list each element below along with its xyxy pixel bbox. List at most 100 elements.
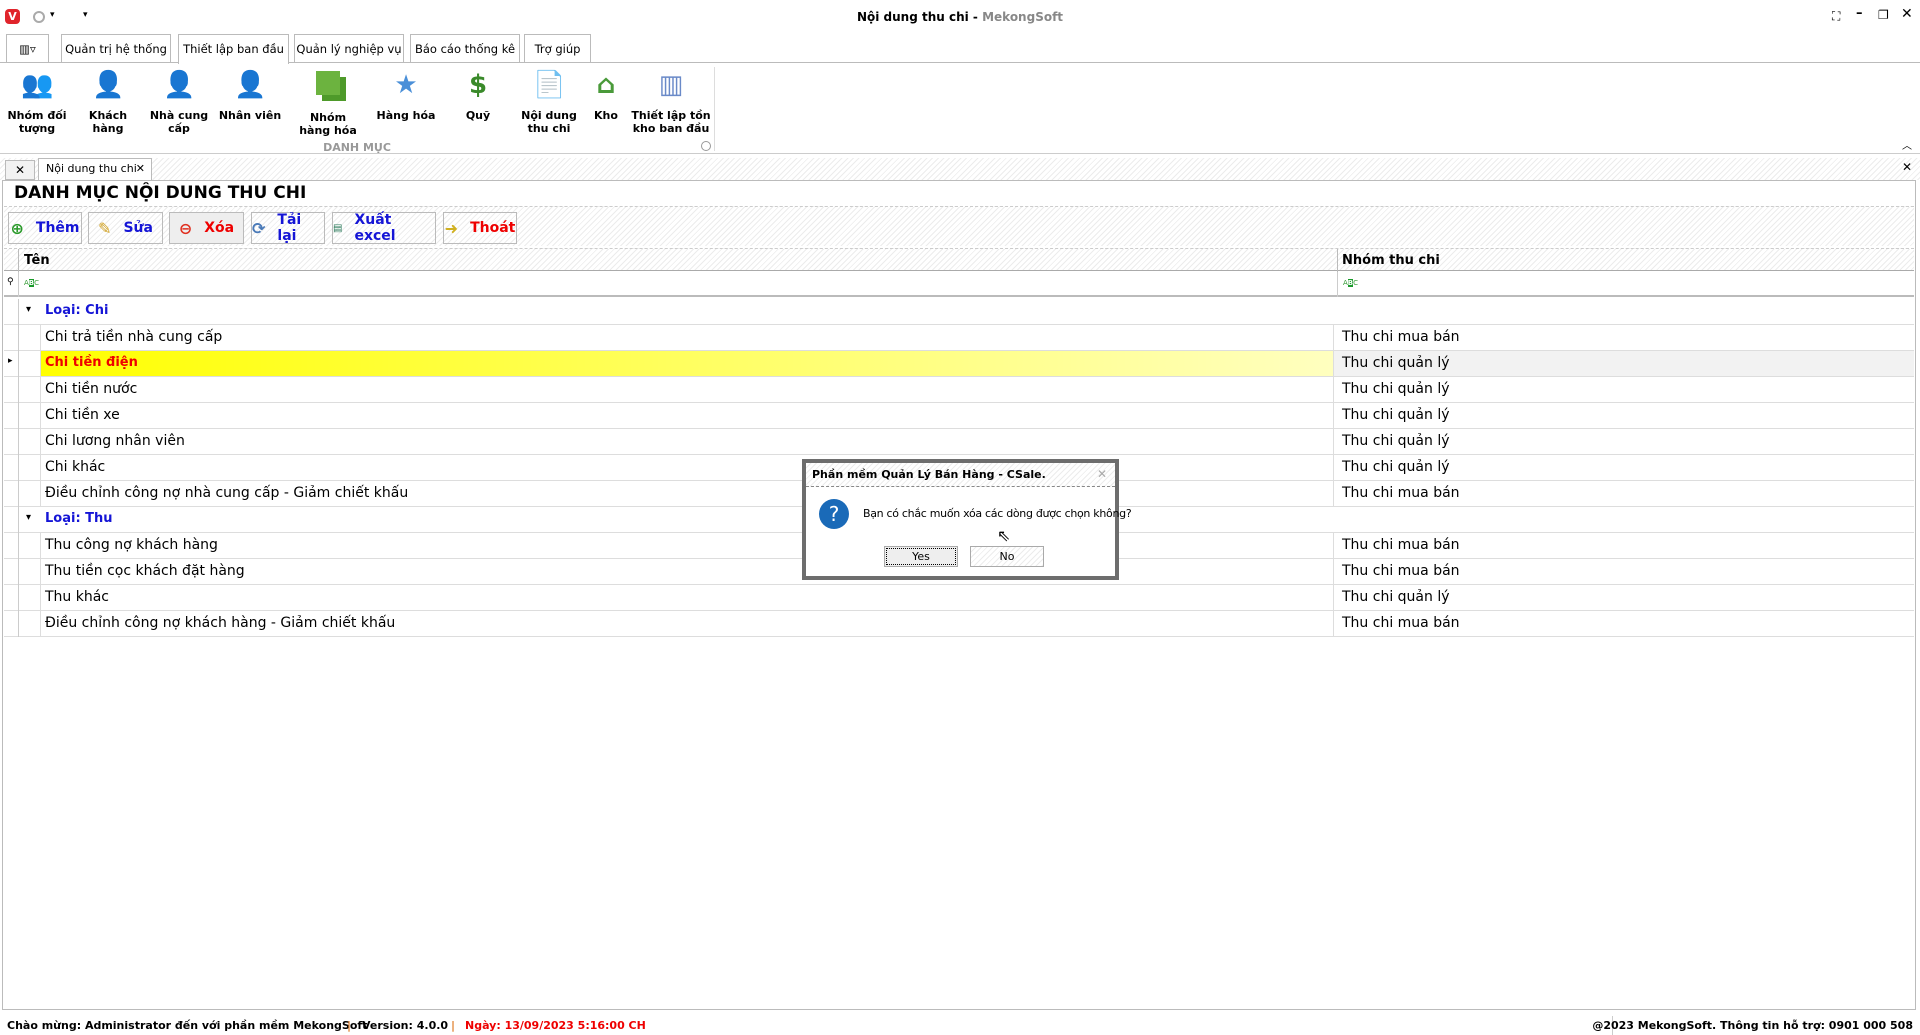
ribbon-button-nhom-doi-tuong[interactable]: 👥 Nhóm đối tượng (2, 69, 72, 135)
cell-ten: Thu công nợ khách hàng (45, 537, 218, 553)
group-label: Loại: Chi (45, 303, 109, 318)
cell-nhom-thu-chi: Thu chi mua bán (1342, 485, 1460, 501)
table-row[interactable]: Chi tiền xe Thu chi quản lý (4, 403, 1914, 429)
close-all-tabs-icon[interactable]: ✕ (5, 160, 35, 180)
doc-tab-noi-dung-thu-chi[interactable]: Nội dung thu chi ✕ (38, 158, 152, 180)
current-row-icon: ▸ (8, 356, 13, 366)
ribbon-button-nhan-vien[interactable]: 👤 Nhân viên (215, 69, 285, 122)
table-row[interactable]: Chi trả tiền nhà cung cấp Thu chi mua bán (4, 325, 1914, 351)
cell-ten: Điều chỉnh công nợ khách hàng - Giảm chi… (45, 615, 396, 631)
title-bar: V ▾ ▾ Nội dung thu chi - MekongSoft ⛶ – … (0, 0, 1920, 32)
collapse-group-icon[interactable]: ▾ (26, 304, 31, 315)
employee-icon: 👤 (234, 70, 267, 100)
column-header-ten[interactable]: Tên (24, 253, 50, 268)
edit-button[interactable]: ✎ Sửa (88, 212, 163, 244)
dialog-title: Phần mềm Quản Lý Bán Hàng - CSale. (812, 468, 1046, 481)
no-button[interactable]: No (970, 546, 1044, 567)
table-row[interactable]: ▸ Chi tiền điện Thu chi quản lý (4, 351, 1914, 377)
group-launcher-icon[interactable] (701, 141, 711, 151)
cell-nhom-thu-chi: Thu chi quản lý (1342, 381, 1450, 397)
ribbon-button-nha-cung-cap[interactable]: 👤 Nhà cung cấp (144, 69, 214, 135)
tab-quan-tri-he-thong[interactable]: Quản trị hệ thống (61, 34, 171, 63)
collapse-ribbon-icon[interactable]: ︿ (1902, 137, 1912, 152)
money-icon: $ (468, 70, 488, 100)
plus-icon: ⊕ (10, 218, 24, 238)
row-indicator[interactable] (4, 429, 19, 455)
reload-button[interactable]: ⟳ Tải lại (251, 212, 325, 244)
delete-button[interactable]: ⊖ Xóa (169, 212, 244, 244)
label: Quỹ (465, 109, 491, 122)
label: Kho (594, 109, 618, 122)
row-indicator[interactable] (4, 611, 19, 637)
minus-circle-icon: ⊖ (178, 218, 193, 238)
row-indicator[interactable] (4, 533, 19, 559)
cell-nhom-thu-chi: Thu chi mua bán (1342, 615, 1460, 631)
page-title: DANH MỤC NỘI DUNG THU CHI (14, 183, 307, 203)
star-icon: ★ (394, 70, 418, 100)
label: Thiết lập tồn kho ban đầu (631, 109, 711, 135)
table-row[interactable]: Chi lương nhân viên Thu chi quản lý (4, 429, 1914, 455)
export-excel-button[interactable]: ▤ Xuất excel (332, 212, 436, 244)
table-row[interactable]: Chi tiền nước Thu chi quản lý (4, 377, 1914, 403)
confirm-dialog: Phần mềm Quản Lý Bán Hàng - CSale. ✕ ? B… (802, 459, 1132, 580)
cell-nhom-thu-chi: Thu chi quản lý (1342, 407, 1450, 423)
collapse-group-icon[interactable]: ▾ (26, 512, 31, 523)
close-icon[interactable]: ✕ (1901, 6, 1913, 22)
row-indicator[interactable] (4, 377, 19, 403)
minimize-icon[interactable]: – (1856, 6, 1863, 21)
cell-ten: Điều chỉnh công nợ nhà cung cấp - Giảm c… (45, 485, 409, 501)
row-indicator[interactable] (4, 585, 19, 611)
cell-ten: Chi lương nhân viên (45, 433, 185, 449)
status-date: Ngày: 13/09/2023 5:16:00 CH (465, 1019, 646, 1032)
dialog-close-icon[interactable]: ✕ (1097, 467, 1107, 481)
filter-row: ⚲ ABC ABC (4, 272, 1914, 297)
close-panel-icon[interactable]: ✕ (1902, 160, 1912, 174)
window-title: Nội dung thu chi - MekongSoft (856, 10, 1064, 24)
restore-icon[interactable]: ❐ (1878, 8, 1889, 22)
tab-quan-ly-nghiep-vu[interactable]: Quản lý nghiệp vụ (294, 34, 404, 63)
filter-input-ten[interactable]: ABC (24, 279, 39, 287)
ribbon-button-quy[interactable]: $ Quỹ (443, 69, 513, 122)
product-group-icon (312, 71, 344, 103)
ribbon-button-nhom-hang-hoa[interactable]: Nhóm hàng hóa (293, 69, 363, 137)
view-menu-button[interactable]: ▥▿ (6, 34, 49, 63)
row-indicator[interactable] (4, 455, 19, 481)
table-row[interactable]: Điều chỉnh công nợ khách hàng - Giảm chi… (4, 611, 1914, 637)
ribbon-button-hang-hoa[interactable]: ★ Hàng hóa (371, 69, 441, 122)
table-row[interactable]: Thu khác Thu chi quản lý (4, 585, 1914, 611)
row-indicator[interactable] (4, 559, 19, 585)
add-button[interactable]: ⊕ Thêm (8, 212, 82, 244)
status-bar: Chào mừng: Administrator đến với phần mề… (0, 1016, 1920, 1035)
status-welcome: Chào mừng: Administrator đến với phần mề… (7, 1019, 368, 1032)
tab-tro-giup[interactable]: Trợ giúp (524, 34, 591, 63)
cell-nhom-thu-chi: Thu chi quản lý (1342, 589, 1450, 605)
row-indicator (4, 299, 19, 325)
row-indicator[interactable] (4, 325, 19, 351)
close-tab-icon[interactable]: ✕ (136, 159, 145, 179)
row-indicator[interactable]: ▸ (4, 351, 19, 377)
cell-nhom-thu-chi: Thu chi mua bán (1342, 563, 1460, 579)
tab-bao-cao-thong-ke[interactable]: Báo cáo thống kê (410, 34, 520, 63)
group-row[interactable]: ▾ Loại: Chi (4, 299, 1914, 325)
row-indicator[interactable] (4, 403, 19, 429)
dialog-message: Bạn có chắc muốn xóa các dòng được chọn … (863, 507, 1132, 520)
label: Hàng hóa (376, 109, 436, 122)
filter-pin-icon: ⚲ (7, 277, 14, 287)
fullscreen-icon[interactable]: ⛶ (1832, 9, 1840, 24)
exit-button[interactable]: ➜ Thoát (443, 212, 517, 244)
cell-ten: Chi trả tiền nhà cung cấp (45, 329, 223, 345)
group-label: Loại: Thu (45, 511, 113, 526)
yes-button[interactable]: Yes (884, 546, 958, 567)
tab-thiet-lap-ban-dau[interactable]: Thiết lập ban đầu (178, 34, 289, 64)
cell-nhom-thu-chi: Thu chi quản lý (1342, 433, 1450, 449)
ribbon-button-thiet-lap-ton-kho[interactable]: ▥ Thiết lập tồn kho ban đầu (631, 69, 711, 135)
cell-ten: Chi khác (45, 459, 106, 475)
column-header-nhom-thu-chi[interactable]: Nhóm thu chi (1342, 253, 1440, 268)
row-indicator[interactable] (4, 481, 19, 507)
cell-nhom-thu-chi: Thu chi quản lý (1342, 459, 1450, 475)
mouse-cursor-icon: ⇖ (997, 526, 1011, 545)
ribbon-button-khach-hang[interactable]: 👤 Khách hàng (73, 69, 143, 135)
label: Nhân viên (218, 109, 282, 122)
filter-input-nhom[interactable]: ABC (1343, 279, 1358, 287)
cell-ten: Chi tiền điện (45, 355, 138, 370)
